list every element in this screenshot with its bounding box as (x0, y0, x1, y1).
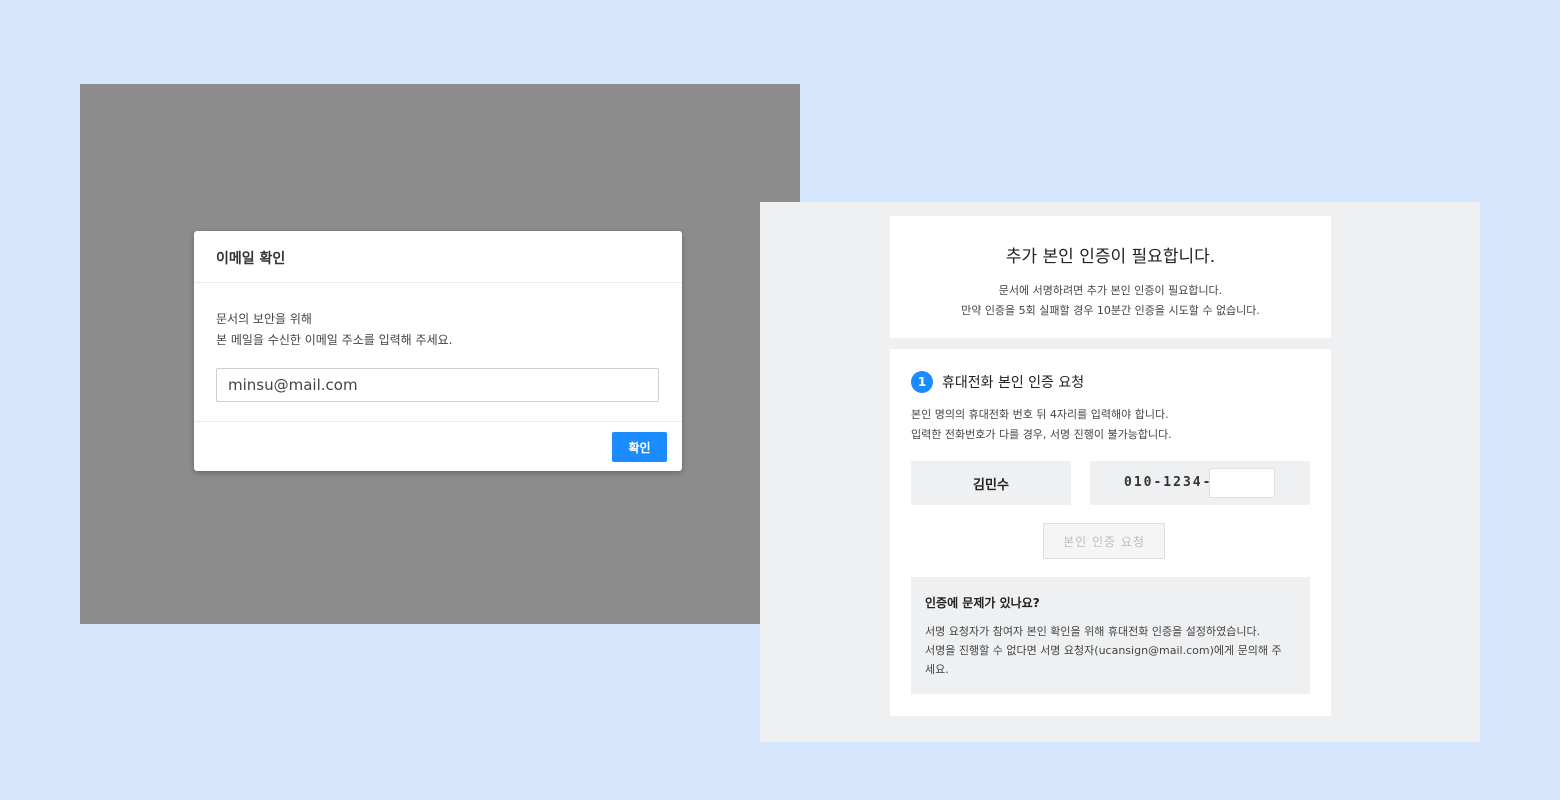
request-verification-button[interactable]: 본인 인증 요청 (1043, 523, 1165, 559)
help-box: 인증에 문제가 있나요? 서명 요청자가 참여자 본인 확인을 위해 휴대전화 … (911, 577, 1310, 694)
email-confirm-dialog: 이메일 확인 문서의 보안을 위해 본 메일을 수신한 이메일 주소를 입력해 … (194, 231, 682, 471)
dialog-body: 문서의 보안을 위해 본 메일을 수신한 이메일 주소를 입력해 주세요. (194, 283, 682, 402)
phone-number-field: 010-1234- (1090, 461, 1310, 505)
phone-last4-input[interactable] (1209, 468, 1275, 498)
help-line3: 세요. (925, 663, 949, 676)
verification-title: 추가 본인 인증이 필요합니다. (1005, 247, 1216, 267)
help-line2: 서명을 진행할 수 없다면 서명 요청자(ucansign@mail.com)에… (925, 644, 1282, 657)
email-input[interactable] (216, 368, 659, 402)
verification-subtitle: 문서에 서명하려면 추가 본인 인증이 필요합니다. 만약 인증을 5회 실패할… (890, 281, 1331, 321)
help-text: 서명 요청자가 참여자 본인 확인을 위해 휴대전화 인증을 설정하였습니다. … (925, 622, 1296, 679)
dialog-footer: 확인 (194, 421, 682, 471)
dialog-desc-line2: 본 메일을 수신한 이메일 주소를 입력해 주세요. (216, 333, 453, 347)
verification-sub-line2: 만약 인증을 5회 실패할 경우 10분간 인증을 시도할 수 없습니다. (961, 304, 1260, 317)
step-header: 1 휴대전화 본인 인증 요청 (911, 371, 1084, 393)
help-title: 인증에 문제가 있나요? (925, 596, 1040, 610)
confirm-button[interactable]: 확인 (612, 432, 667, 462)
verification-header-card: 추가 본인 인증이 필요합니다. 문서에 서명하려면 추가 본인 인증이 필요합… (890, 216, 1331, 338)
step-title: 휴대전화 본인 인증 요청 (942, 375, 1085, 391)
help-line1: 서명 요청자가 참여자 본인 확인을 위해 휴대전화 인증을 설정하였습니다. (925, 625, 1261, 638)
step-description: 본인 명의의 휴대전화 번호 뒤 4자리를 입력해야 합니다. 입력한 전화번호… (911, 405, 1172, 445)
email-modal-overlay: 이메일 확인 문서의 보안을 위해 본 메일을 수신한 이메일 주소를 입력해 … (80, 84, 800, 624)
user-name: 김민수 (911, 461, 1071, 505)
step-desc-line2: 입력한 전화번호가 다를 경우, 서명 진행이 불가능합니다. (911, 428, 1172, 441)
step-number-badge: 1 (911, 371, 933, 393)
dialog-description: 문서의 보안을 위해 본 메일을 수신한 이메일 주소를 입력해 주세요. (216, 309, 660, 351)
dialog-desc-line1: 문서의 보안을 위해 (216, 312, 312, 326)
verification-sub-line1: 문서에 서명하려면 추가 본인 인증이 필요합니다. (998, 284, 1223, 297)
step-desc-line1: 본인 명의의 휴대전화 번호 뒤 4자리를 입력해야 합니다. (911, 408, 1169, 421)
verification-page: 추가 본인 인증이 필요합니다. 문서에 서명하려면 추가 본인 인증이 필요합… (760, 202, 1480, 742)
dialog-title: 이메일 확인 (194, 231, 682, 283)
phone-prefix: 010-1234- (1124, 475, 1213, 490)
phone-verification-card: 1 휴대전화 본인 인증 요청 본인 명의의 휴대전화 번호 뒤 4자리를 입력… (890, 349, 1331, 716)
